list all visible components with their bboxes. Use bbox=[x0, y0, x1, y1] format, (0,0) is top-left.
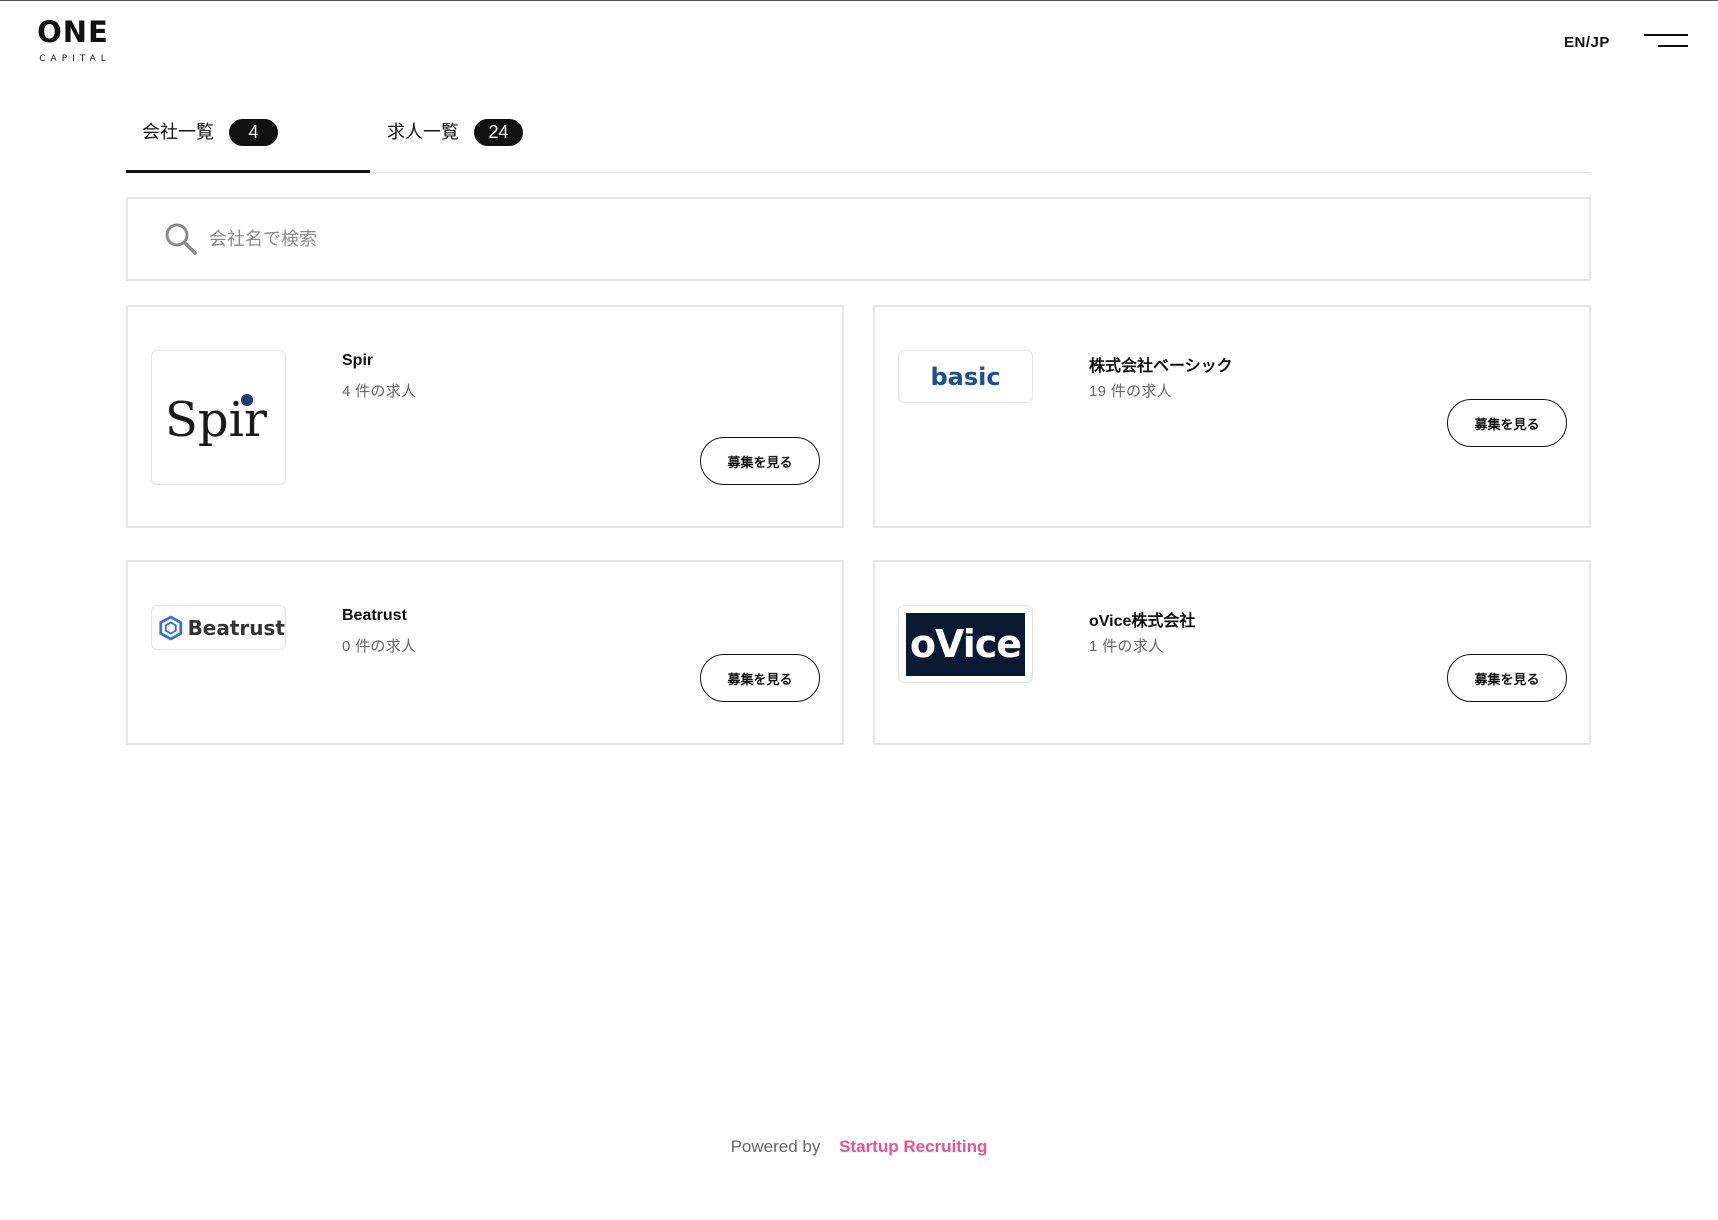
logo-subtitle: CAPITAL bbox=[39, 54, 111, 64]
company-job-count: 1 件の求人 bbox=[1089, 638, 1164, 655]
menu-icon-line bbox=[1658, 45, 1688, 47]
tab-bar: 会社一覧 4 求人一覧 24 bbox=[126, 105, 1591, 173]
language-toggle[interactable]: EN/JP bbox=[1564, 34, 1610, 51]
company-search-input[interactable] bbox=[209, 228, 1509, 250]
company-logo-spir: Spir bbox=[151, 350, 286, 485]
startup-recruiting-link[interactable]: Startup Recruiting bbox=[839, 1137, 987, 1156]
company-name: 株式会社ベーシック bbox=[1089, 358, 1233, 375]
footer: Powered by Startup Recruiting bbox=[0, 1137, 1718, 1157]
one-capital-logo[interactable]: ONE CAPITAL bbox=[30, 15, 116, 65]
company-card: Beatrust Beatrust 0 件の求人 募集を見る bbox=[126, 560, 844, 745]
spir-logo-graphic: Spir bbox=[165, 392, 267, 448]
company-name: Spir bbox=[342, 352, 374, 369]
search-icon bbox=[165, 223, 197, 255]
company-name: oVice株式会社 bbox=[1089, 613, 1196, 630]
view-jobs-button[interactable]: 募集を見る bbox=[700, 654, 820, 702]
company-card: Spir Spir 4 件の求人 募集を見る bbox=[126, 305, 844, 528]
tab-label: 会社一覧 bbox=[142, 122, 214, 142]
beatrust-hexagon-icon bbox=[159, 614, 183, 641]
tab-count-badge: 24 bbox=[474, 119, 523, 146]
basic-logo-text: basic bbox=[930, 362, 1001, 391]
company-job-count: 4 件の求人 bbox=[342, 383, 417, 400]
tab-label: 求人一覧 bbox=[387, 122, 459, 142]
company-logo-basic: basic bbox=[898, 350, 1033, 403]
view-jobs-button[interactable]: 募集を見る bbox=[1447, 654, 1567, 702]
search-box bbox=[126, 197, 1591, 281]
company-job-count: 0 件の求人 bbox=[342, 638, 417, 655]
logo-wordmark: ONE bbox=[37, 15, 109, 49]
company-job-count: 19 件の求人 bbox=[1089, 383, 1172, 400]
menu-icon[interactable] bbox=[1642, 33, 1688, 51]
tab-count-badge: 4 bbox=[229, 119, 278, 146]
company-card: oVice oVice株式会社 1 件の求人 募集を見る bbox=[873, 560, 1591, 745]
company-logo-ovice: oVice bbox=[898, 605, 1033, 683]
tab-jobs[interactable]: 求人一覧 24 bbox=[370, 105, 614, 173]
footer-powered-by: Powered by bbox=[730, 1137, 821, 1156]
view-jobs-button[interactable]: 募集を見る bbox=[1447, 399, 1567, 447]
menu-icon-line bbox=[1644, 34, 1688, 36]
ovice-logo-background: oVice bbox=[906, 612, 1025, 676]
company-card: basic 株式会社ベーシック 19 件の求人 募集を見る bbox=[873, 305, 1591, 528]
view-jobs-button[interactable]: 募集を見る bbox=[700, 437, 820, 485]
company-name: Beatrust bbox=[342, 607, 407, 624]
ovice-logo-text: oVice bbox=[909, 622, 1022, 666]
tab-companies[interactable]: 会社一覧 4 bbox=[126, 105, 370, 173]
beatrust-logo-text: Beatrust bbox=[187, 615, 285, 640]
company-logo-beatrust: Beatrust bbox=[151, 605, 286, 650]
